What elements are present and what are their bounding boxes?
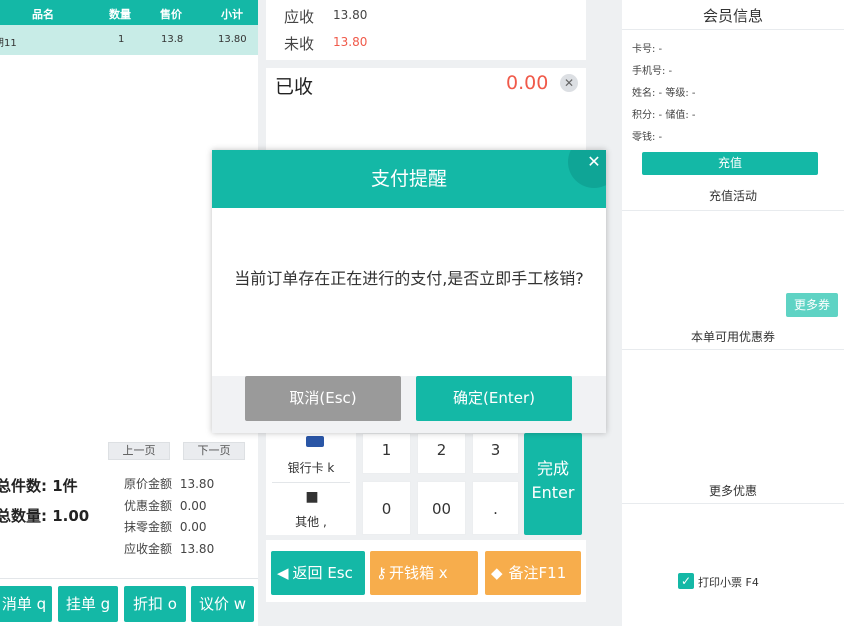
row-subtotal: 13.80 (218, 34, 247, 45)
member-panel: 会员信息 卡号: - 手机号: - 姓名: - 等级: - 积分: - 储值: … (622, 0, 844, 626)
member-phone: 手机号: - (632, 66, 673, 77)
tag-icon: ◆ (491, 564, 503, 582)
member-points-balance: 积分: - 储值: - (632, 110, 696, 121)
paid-value[interactable]: 0.00 (506, 72, 548, 94)
total-qty-label: 总数量: (0, 507, 47, 525)
receivable-label: 应收 (284, 8, 315, 26)
complete-key: Enter (531, 483, 575, 502)
back-button[interactable]: ◀ 返回 Esc (271, 551, 365, 595)
more-discounts-title: 更多优惠 (708, 484, 757, 498)
bargain-button[interactable]: 议价 w (191, 586, 254, 622)
key-dot[interactable]: . (472, 481, 519, 535)
member-card-no: 卡号: - (632, 44, 663, 55)
key-0[interactable]: 0 (362, 481, 411, 535)
dialog-message: 当前订单存在正在进行的支付,是否立即手工核销? (234, 269, 584, 288)
recharge-button[interactable]: 充值 (642, 152, 818, 175)
rounding-amount-label: 抹零金额 (124, 520, 173, 534)
row-qty: 1 (118, 34, 125, 45)
unpaid-label: 未收 (284, 35, 315, 53)
payment-reminder-dialog: 支付提醒 ✕ 当前订单存在正在进行的支付,是否立即手工核销? 取消(Esc) 确… (212, 150, 606, 433)
row-price: 13.8 (161, 34, 184, 45)
total-count-label: 总件数: (0, 477, 47, 495)
key-3[interactable]: 3 (472, 433, 519, 474)
coupons-title: 本单可用优惠券 (690, 330, 775, 344)
more-coupons-button[interactable]: 更多券 (786, 293, 838, 317)
next-page-button[interactable]: 下一页 (183, 442, 245, 460)
divider (272, 482, 350, 483)
member-name-level: 姓名: - 等级: - (632, 88, 696, 99)
discount-amount: 优惠金额 0.00 (124, 497, 207, 514)
prev-page-button[interactable]: 上一页 (108, 442, 170, 460)
key-icon: ⚷ (376, 564, 387, 582)
column-header-price: 售价 (160, 8, 182, 21)
dialog-confirm-button[interactable]: 确定(Enter) (416, 376, 572, 421)
rounding-amount-value: 0.00 (179, 520, 207, 534)
table-row[interactable]: 胡11 1 13.8 13.80 (0, 25, 258, 55)
unpaid-value: 13.80 (333, 35, 368, 49)
discount-amount-value: 0.00 (179, 499, 207, 513)
dialog-cancel-button[interactable]: 取消(Esc) (245, 376, 401, 421)
paid-label: 已收 (275, 76, 314, 98)
row-name: 胡11 (0, 38, 17, 49)
other-payment-button[interactable]: 其他 , (266, 513, 356, 530)
back-label: 返回 Esc (292, 564, 353, 582)
total-count: 总件数: 1件 (0, 475, 78, 496)
member-title: 会员信息 (702, 7, 763, 25)
column-header-subtotal: 小计 (221, 8, 243, 21)
recharge-activity-title: 充值活动 (708, 189, 757, 203)
rounding-amount: 抹零金额 0.00 (124, 518, 207, 535)
checkbox-checked-icon[interactable]: ✓ (678, 573, 694, 589)
divider (622, 29, 844, 30)
member-change: 零钱: - (632, 132, 663, 143)
original-amount-label: 原价金额 (124, 477, 173, 491)
divider (622, 349, 844, 350)
total-qty: 总数量: 1.00 (0, 505, 89, 526)
original-amount-value: 13.80 (179, 477, 215, 491)
close-icon: ✕ (587, 152, 601, 171)
receivable-value: 13.80 (333, 8, 368, 22)
grid-icon: ■ (305, 489, 319, 505)
divider (622, 503, 844, 504)
cancel-order-button[interactable]: 消单 q (0, 586, 52, 622)
receivable-amount-value: 13.80 (179, 542, 215, 556)
order-table-header: 品名 数量 售价 小计 (0, 0, 258, 25)
divider (622, 210, 844, 211)
receivable-amount-label: 应收金额 (124, 542, 173, 556)
receivable-amount: 应收金额 13.80 (124, 540, 214, 557)
note-button[interactable]: ◆ 备注F11 (485, 551, 581, 595)
clear-icon[interactable]: ✕ (560, 74, 578, 92)
complete-label: 完成 (536, 459, 569, 478)
print-receipt-label: 打印小票 F4 (698, 576, 759, 589)
key-1[interactable]: 1 (362, 433, 411, 474)
total-count-value: 1件 (52, 477, 78, 495)
key-00[interactable]: 00 (417, 481, 466, 535)
divider (0, 578, 258, 579)
note-label: 备注F11 (508, 564, 567, 582)
dialog-title: 支付提醒 (212, 150, 606, 208)
bank-card-button[interactable]: 银行卡 k (266, 459, 356, 476)
discount-button[interactable]: 折扣 o (124, 586, 186, 622)
paid-input-card: 已收 0.00 ✕ (266, 68, 586, 158)
column-header-qty: 数量 (109, 8, 131, 21)
key-2[interactable]: 2 (417, 433, 466, 474)
back-icon: ◀ (277, 564, 289, 582)
payment-summary: 应收 13.80 未收 13.80 (266, 0, 586, 60)
original-amount: 原价金额 13.80 (124, 475, 214, 492)
open-drawer-label: 开钱箱 x (389, 564, 448, 582)
discount-amount-label: 优惠金额 (124, 499, 173, 513)
hold-order-button[interactable]: 挂单 g (58, 586, 118, 622)
column-header-name: 品名 (32, 8, 54, 21)
unionpay-icon (306, 436, 324, 447)
payment-methods: 银行卡 k ■ 其他 , (266, 433, 356, 535)
total-qty-value: 1.00 (52, 507, 90, 525)
open-drawer-button[interactable]: ⚷ 开钱箱 x (370, 551, 478, 595)
complete-button[interactable]: 完成 Enter (524, 433, 582, 535)
